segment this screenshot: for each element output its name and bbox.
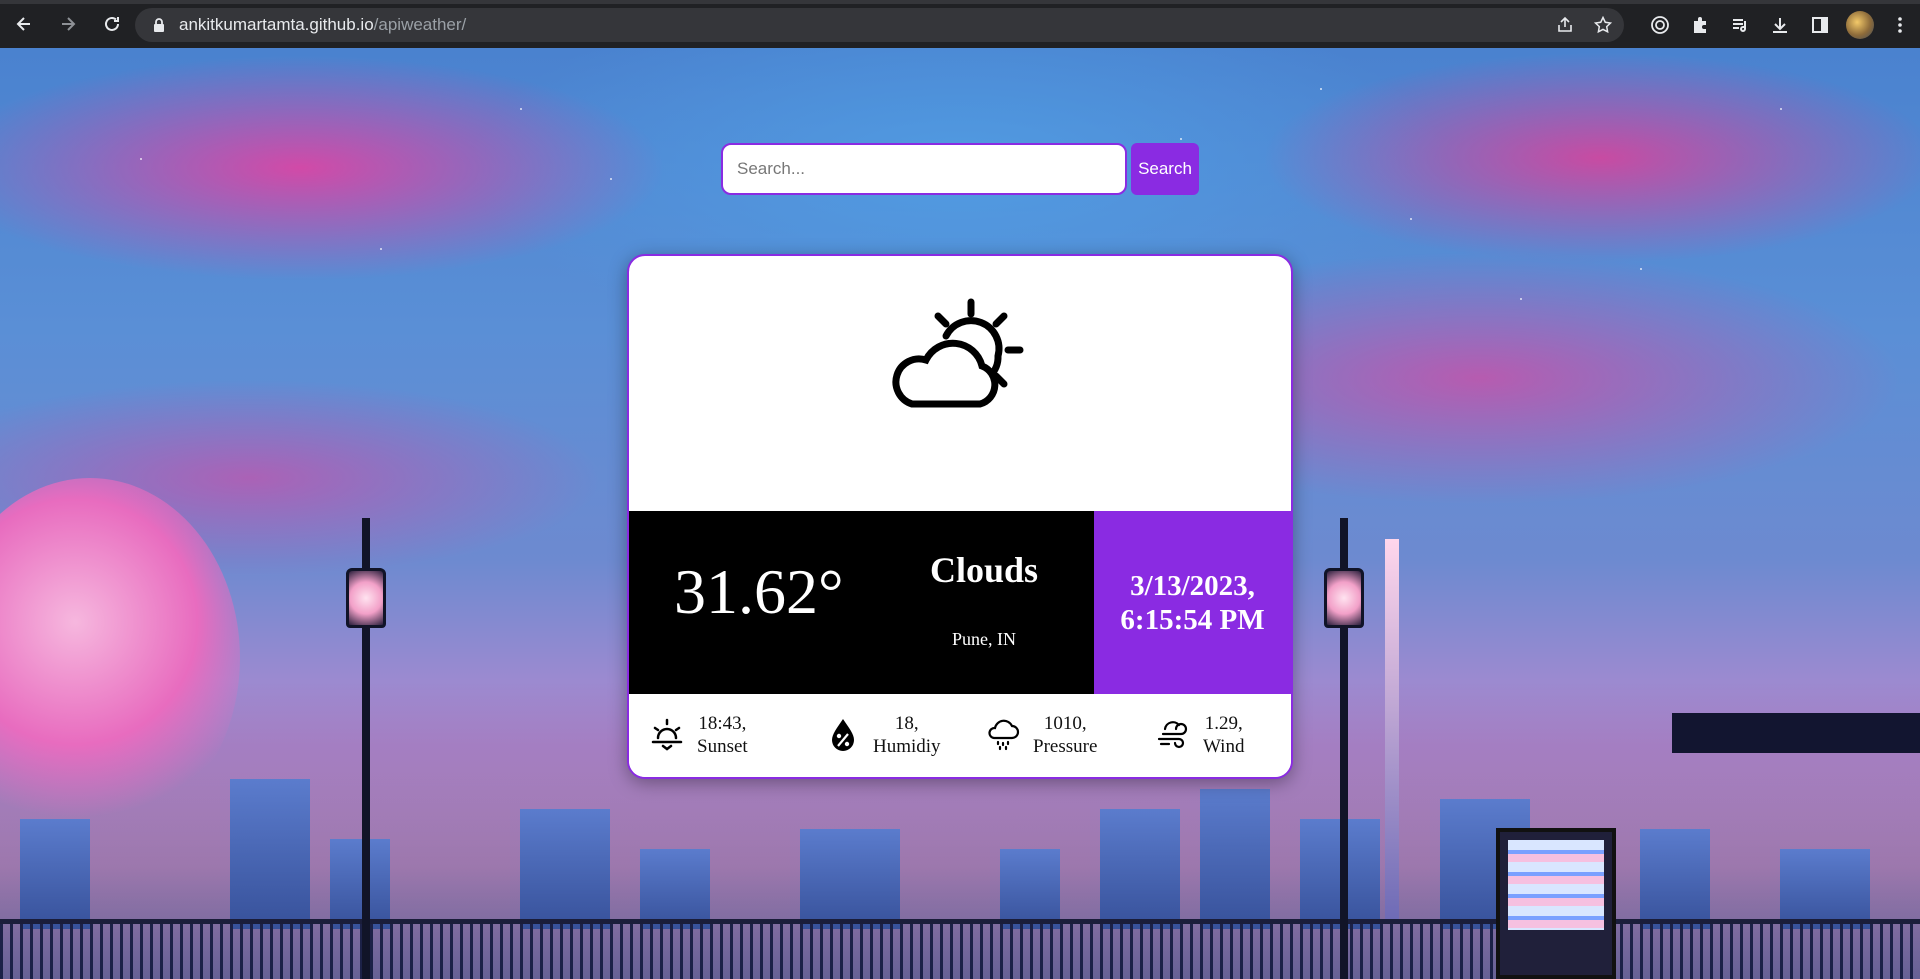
- humidity-value: 18,: [894, 713, 919, 734]
- lock-icon: [151, 17, 167, 33]
- avatar: [1846, 11, 1874, 39]
- extensions-area: [1640, 4, 1920, 46]
- lamp-light-right: [1324, 568, 1364, 628]
- weather-condition: Clouds: [929, 550, 1039, 590]
- search-button[interactable]: Search: [1131, 143, 1199, 195]
- side-panel-button[interactable]: [1800, 5, 1840, 45]
- url-text: ankitkumartamta.github.io/apiweather/: [179, 15, 466, 35]
- search-input[interactable]: [721, 143, 1127, 195]
- browser-toolbar: ankitkumartamta.github.io/apiweather/: [0, 0, 1920, 48]
- partly-cloudy-icon: [892, 298, 1024, 408]
- date-label: 3/13/2023,: [1130, 569, 1255, 602]
- reload-button[interactable]: [92, 4, 132, 44]
- sunset-label: Sunset: [697, 736, 748, 757]
- time-label: 6:15:54 PM: [1120, 603, 1265, 636]
- datetime-panel: 3/13/2023, 6:15:54 PM: [1094, 511, 1291, 694]
- weather-stats: 18:43, Sunset 18, Humidiy 1010, Pressure…: [629, 694, 1291, 777]
- pressure-icon: [988, 719, 1020, 751]
- wind-label: Wind: [1203, 736, 1245, 757]
- forward-button[interactable]: [48, 4, 88, 44]
- vending-machine: [1496, 828, 1616, 979]
- bookmark-star-icon[interactable]: [1594, 16, 1612, 34]
- url-path: /apiweather/: [373, 15, 467, 34]
- back-arrow-icon: [16, 17, 30, 31]
- back-button[interactable]: [4, 4, 44, 44]
- stat-wind: 1.29, Wind: [1155, 712, 1244, 758]
- reload-icon: [105, 16, 119, 31]
- sunset-value: 18:43,: [698, 713, 747, 734]
- humidity-icon: [832, 719, 854, 751]
- stat-humidity: 18, Humidiy: [825, 712, 941, 758]
- playlist-icon: [1733, 19, 1746, 32]
- stat-sunset: 18:43, Sunset: [649, 712, 748, 758]
- side-panel-icon: [1812, 17, 1828, 33]
- puzzle-icon: [1694, 17, 1706, 33]
- address-bar[interactable]: ankitkumartamta.github.io/apiweather/: [135, 8, 1624, 42]
- extensions-button[interactable]: [1680, 5, 1720, 45]
- media-button[interactable]: [1720, 5, 1760, 45]
- temperature-value: 31.62°: [674, 556, 844, 627]
- pressure-value: 1010,: [1043, 713, 1087, 734]
- url-host: ankitkumartamta.github.io: [179, 15, 374, 34]
- bus-stop-canopy: [1672, 713, 1920, 753]
- page-background: Search 31.62° Clouds Pune, IN: [0, 48, 1920, 979]
- download-icon: [1773, 18, 1787, 33]
- downloads-button[interactable]: [1760, 5, 1800, 45]
- location-label: Pune, IN: [952, 629, 1016, 649]
- stat-pressure: 1010, Pressure: [985, 712, 1097, 758]
- weather-card: 31.62° Clouds Pune, IN 3/13/2023, 6:15:5…: [627, 254, 1293, 779]
- extension-button[interactable]: [1640, 5, 1680, 45]
- humidity-label: Humidiy: [873, 736, 941, 757]
- share-icon[interactable]: [1556, 16, 1574, 34]
- sunset-icon: [651, 718, 683, 751]
- forward-arrow-icon: [62, 17, 76, 31]
- kebab-menu-icon: [1898, 17, 1902, 33]
- weather-icon-panel: [629, 256, 1291, 511]
- profile-button[interactable]: [1840, 5, 1880, 45]
- pressure-label: Pressure: [1033, 736, 1098, 757]
- target-extension-icon: [1651, 16, 1669, 34]
- search-bar: Search: [721, 143, 1199, 195]
- menu-button[interactable]: [1880, 5, 1920, 45]
- wind-value: 1.29,: [1204, 713, 1243, 734]
- wind-icon: [1157, 721, 1188, 749]
- temperature-panel: 31.62° Clouds Pune, IN: [629, 511, 1094, 694]
- weather-main-panel: 31.62° Clouds Pune, IN 3/13/2023, 6:15:5…: [629, 511, 1291, 694]
- tab-strip: [0, 0, 1920, 4]
- city-skyline: [0, 779, 1920, 979]
- tower: [1385, 539, 1399, 919]
- lamp-light-left: [346, 568, 386, 628]
